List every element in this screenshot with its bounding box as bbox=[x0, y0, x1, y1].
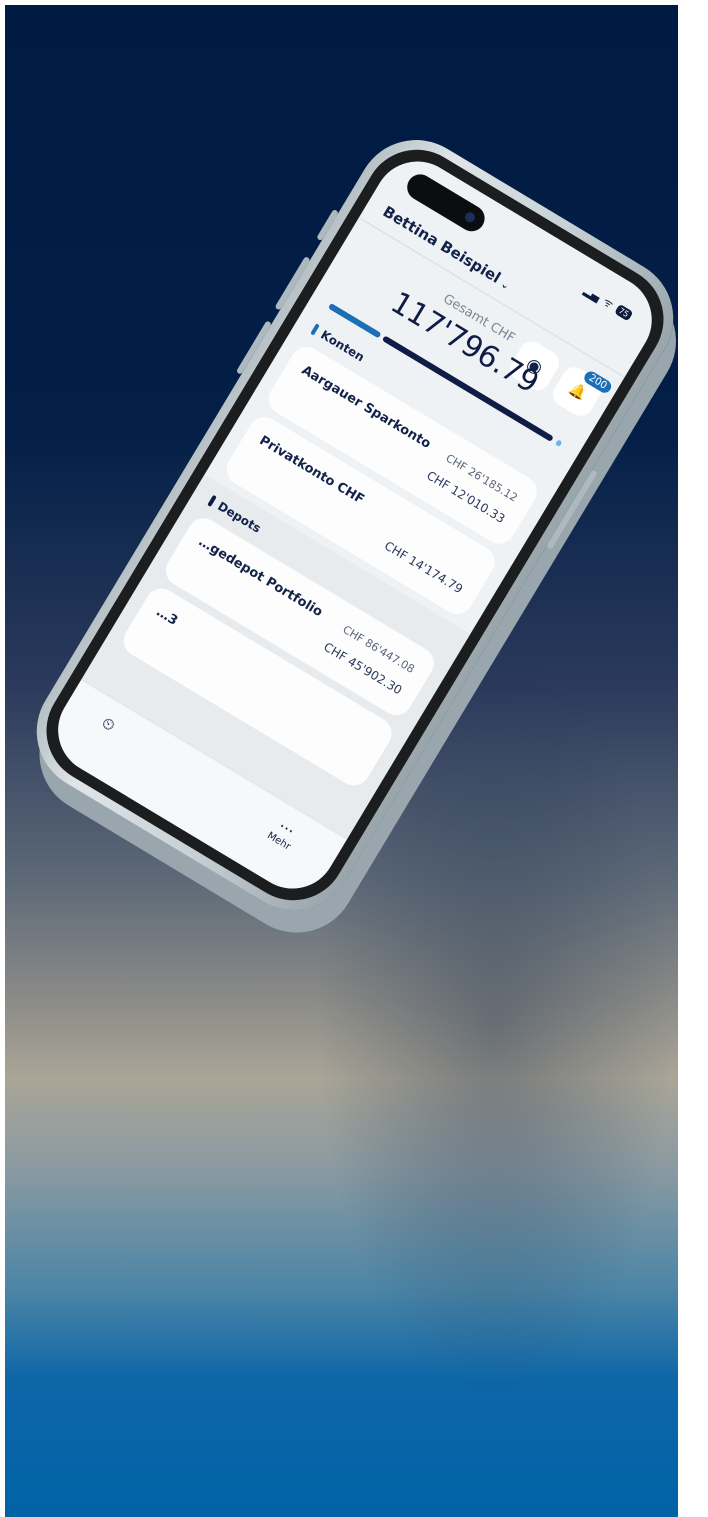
wifi-icon: ᯤ bbox=[600, 295, 616, 312]
allocation-other-segment bbox=[554, 439, 563, 448]
battery-icon: 75 bbox=[613, 303, 634, 322]
chevron-down-icon: ⌄ bbox=[498, 278, 512, 293]
depot-name: …3 bbox=[153, 604, 181, 629]
promo-background: 11:42 ▂▄ ᯤ 75 Bettina Beispiel⌄ ◉ 🔔 200 … bbox=[5, 5, 678, 1517]
section-marker bbox=[310, 323, 320, 336]
status-icons: ▂▄ ᯤ 75 bbox=[581, 283, 634, 323]
tab-more[interactable]: ··· Mehr bbox=[265, 814, 302, 852]
clock-icon: ⏲ bbox=[98, 712, 119, 736]
camera-icon bbox=[463, 210, 477, 225]
tab-other[interactable]: ⏲ bbox=[98, 712, 119, 737]
signal-icon: ▂▄ bbox=[581, 283, 603, 304]
account-name: Aargauer Sparkonto bbox=[298, 362, 434, 452]
